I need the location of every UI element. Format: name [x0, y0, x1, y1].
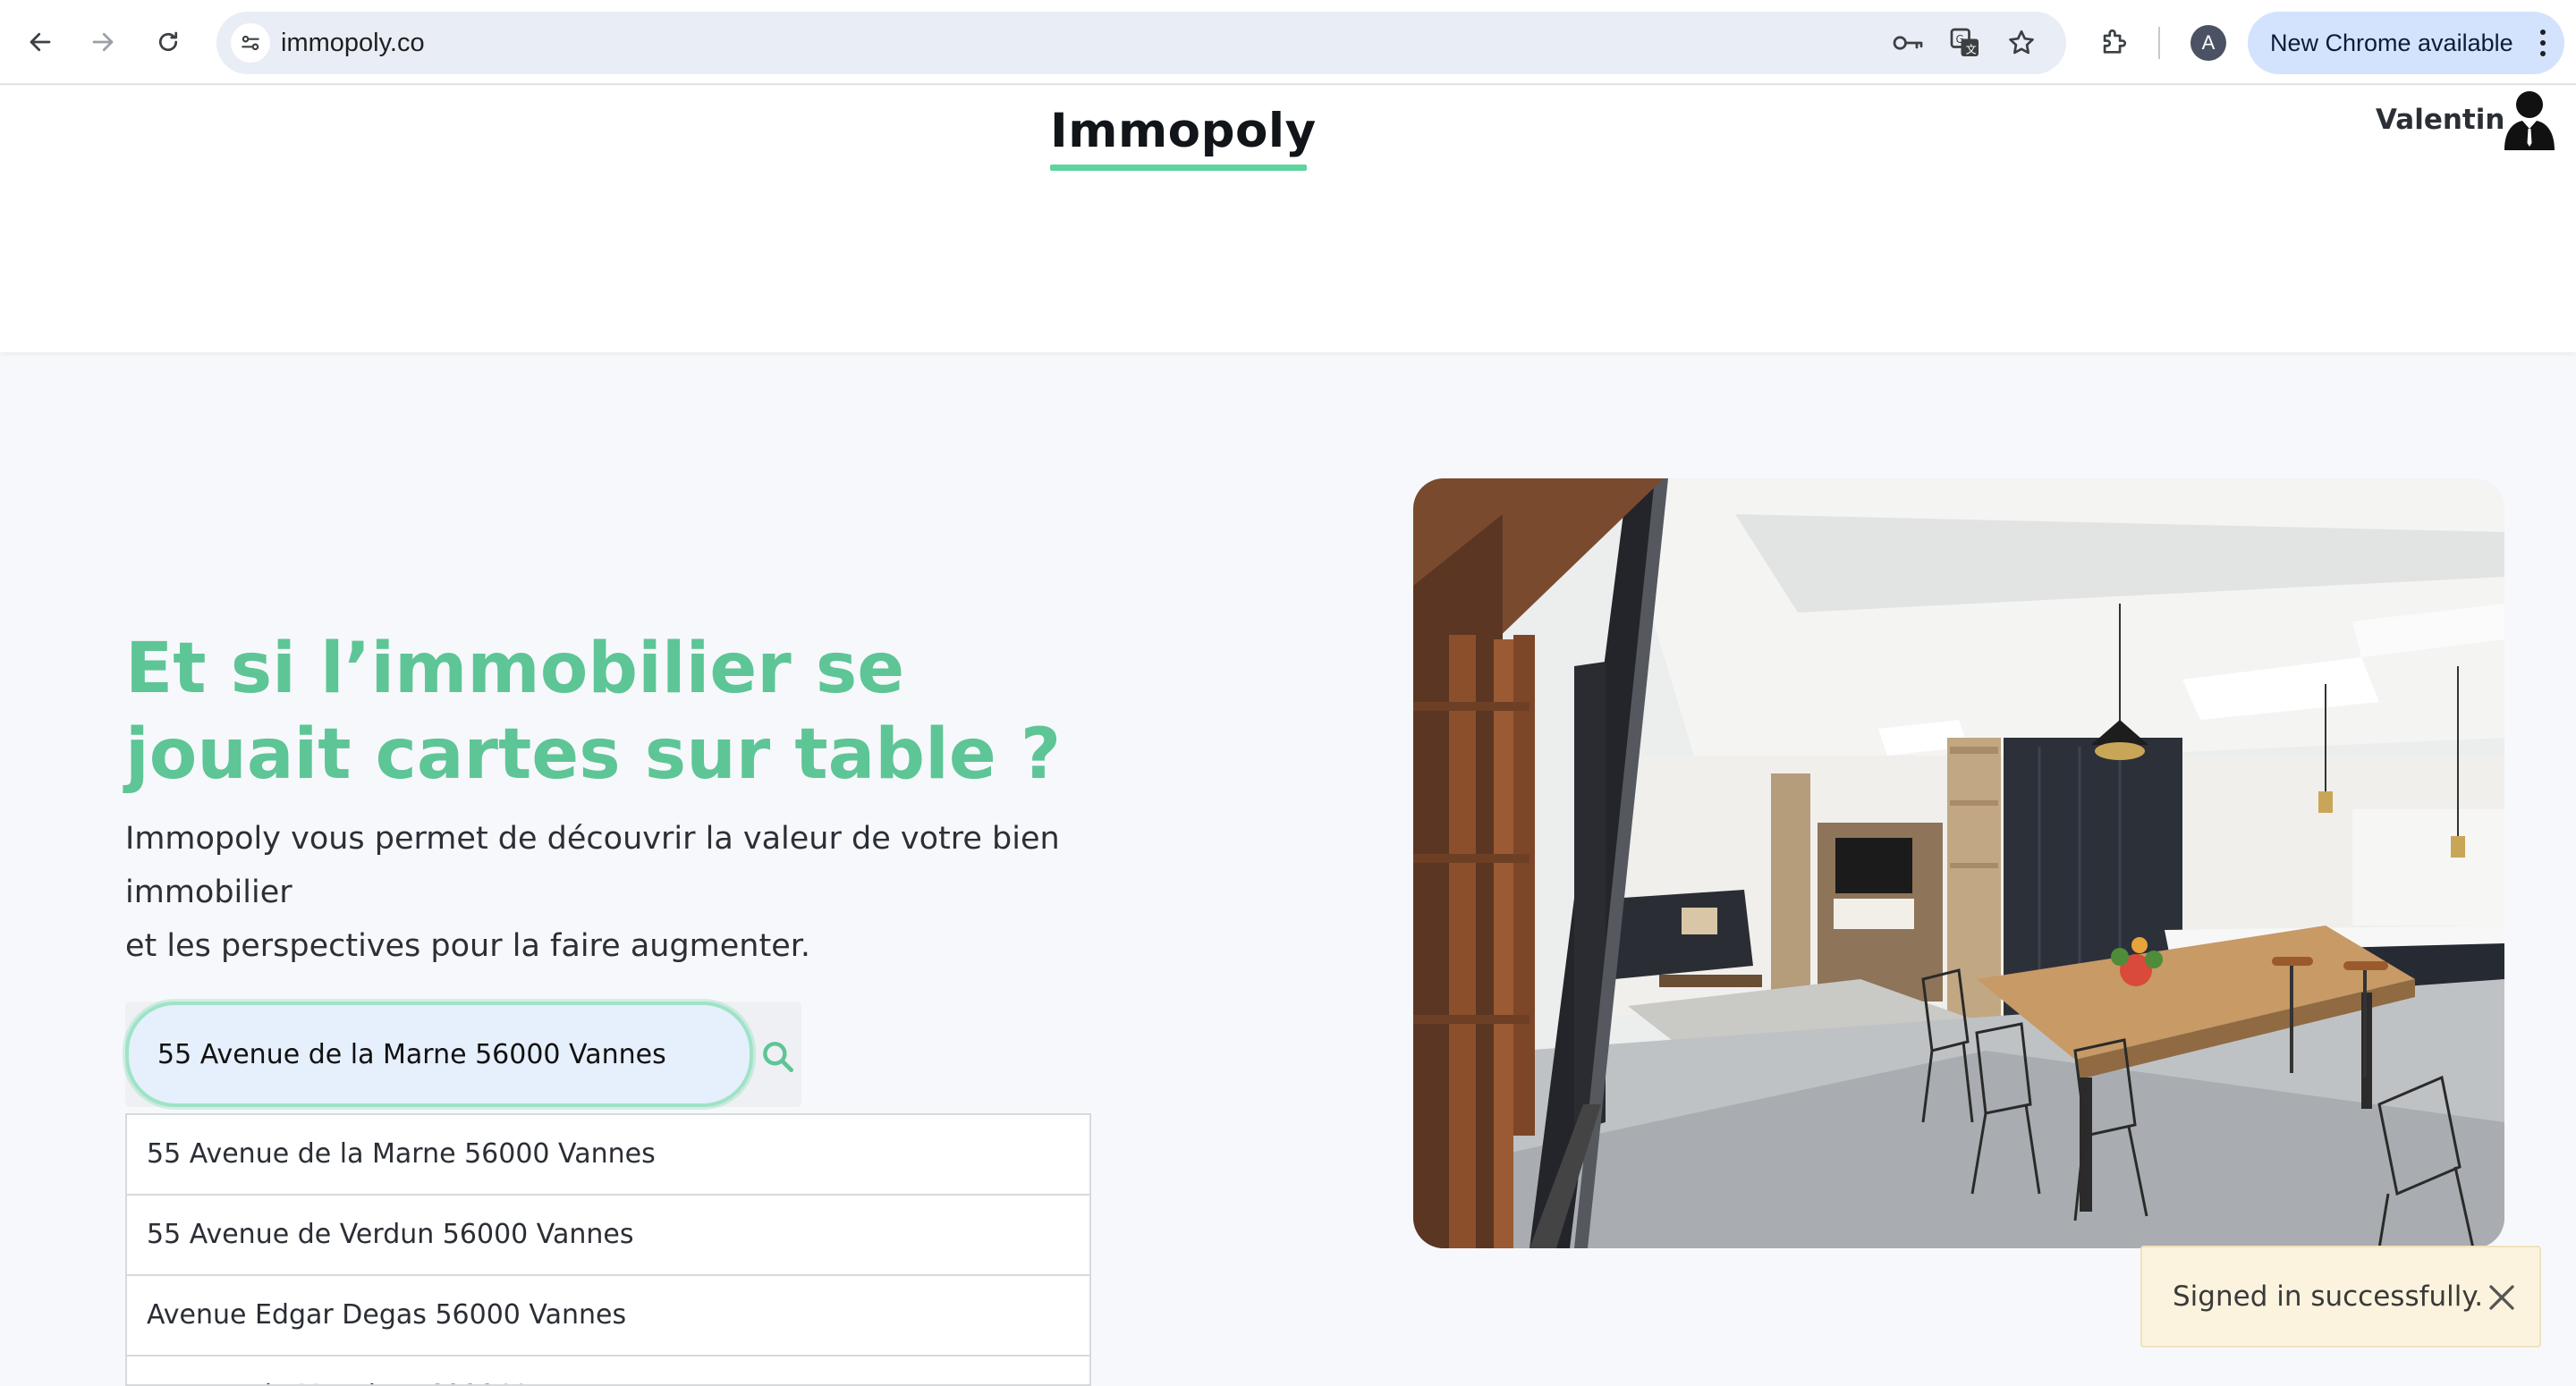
- translate-icon[interactable]: G文: [1945, 22, 1986, 63]
- hero-subtitle: Immopoly vous permet de découvrir la val…: [125, 812, 1109, 973]
- back-arrow-icon[interactable]: [18, 20, 63, 64]
- address-search-input[interactable]: [125, 1001, 753, 1107]
- hero-interior-image: [1413, 478, 2504, 1248]
- site-logo[interactable]: Immopoly: [1050, 104, 1317, 158]
- password-key-icon[interactable]: [1887, 22, 1928, 63]
- site-settings-icon[interactable]: [231, 23, 270, 63]
- close-icon[interactable]: [2486, 1281, 2518, 1314]
- extensions-puzzle-icon[interactable]: [2091, 20, 2136, 64]
- address-search: [125, 1001, 801, 1107]
- suggestion-item[interactable]: 55 Avenue de la Marne 56000 Vannes: [127, 1115, 1089, 1196]
- suggestion-item[interactable]: Avenue de Manche 56000 Vannes: [127, 1356, 1089, 1384]
- reload-icon[interactable]: [146, 20, 191, 64]
- svg-text:G: G: [1956, 33, 1964, 46]
- browser-toolbar: immopoly.co G文 A New Chrome available: [0, 0, 2576, 85]
- logo-underline: [1050, 165, 1307, 171]
- user-avatar-icon[interactable]: [2503, 89, 2556, 152]
- address-bar[interactable]: immopoly.co G文: [216, 12, 2066, 74]
- hero-subtitle-line-2: et les perspectives pour la faire augmen…: [125, 928, 811, 964]
- user-name[interactable]: Valentin: [2376, 104, 2504, 136]
- hero-subtitle-line-1: Immopoly vous permet de découvrir la val…: [125, 821, 1060, 910]
- suggestion-item[interactable]: Avenue Edgar Degas 56000 Vannes: [127, 1276, 1089, 1356]
- address-suggestions: 55 Avenue de la Marne 56000 Vannes 55 Av…: [125, 1113, 1091, 1386]
- hero-headline: Et si l’immobilier se jouait cartes sur …: [125, 629, 1062, 795]
- menu-dots-icon[interactable]: [2539, 30, 2546, 56]
- forward-arrow-icon[interactable]: [80, 20, 125, 64]
- toolbar-divider: [2158, 27, 2160, 59]
- profile-avatar[interactable]: A: [2190, 25, 2226, 61]
- signin-toast: Signed in successfully.: [2140, 1246, 2541, 1348]
- svg-text:文: 文: [1966, 42, 1977, 55]
- toast-message: Signed in successfully.: [2173, 1280, 2484, 1313]
- url-text[interactable]: immopoly.co: [281, 12, 425, 74]
- chrome-update-button[interactable]: New Chrome available: [2248, 12, 2564, 74]
- update-label: New Chrome available: [2270, 30, 2513, 56]
- bookmark-star-icon[interactable]: [2001, 22, 2042, 63]
- suggestion-item[interactable]: 55 Avenue de Verdun 56000 Vannes: [127, 1196, 1089, 1276]
- search-icon[interactable]: [758, 1037, 798, 1077]
